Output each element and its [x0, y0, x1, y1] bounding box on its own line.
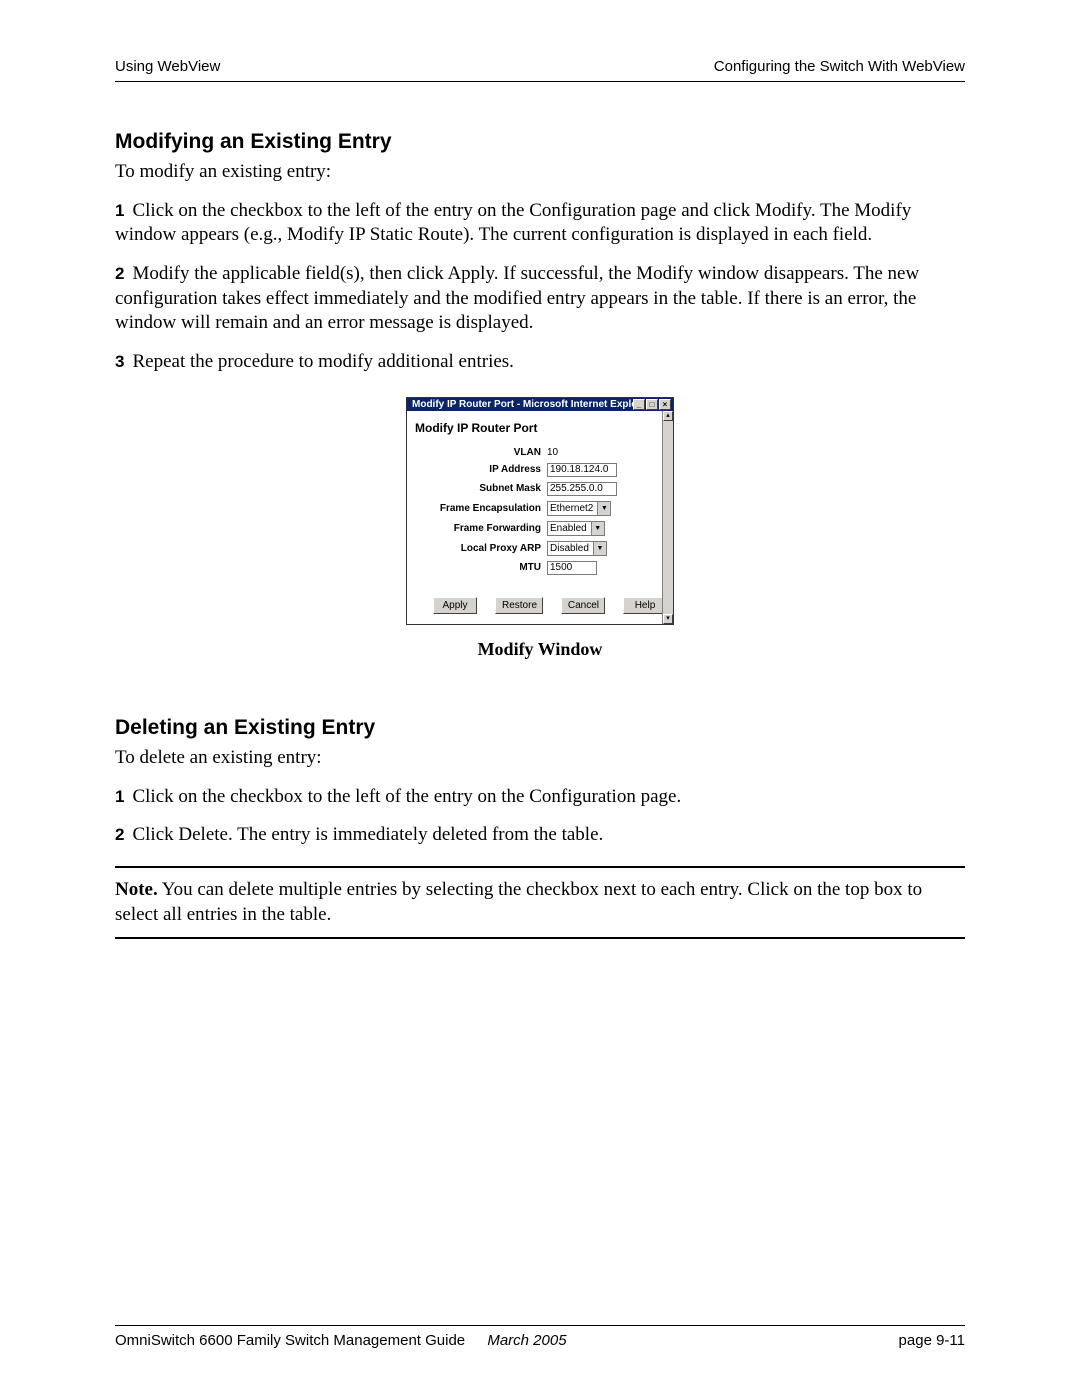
- label-encap: Frame Encapsulation: [413, 503, 547, 514]
- minimize-button[interactable]: _: [633, 399, 645, 410]
- scroll-down-icon[interactable]: ▾: [663, 614, 673, 624]
- step-text: Click Delete. The entry is immediately d…: [132, 824, 603, 845]
- note-block: Note. You can delete multiple entries by…: [115, 866, 965, 939]
- figure-modify-window: Modify IP Router Port - Microsoft Intern…: [115, 397, 965, 660]
- note-text: You can delete multiple entries by selec…: [115, 879, 922, 925]
- ie-window: Modify IP Router Port - Microsoft Intern…: [406, 397, 674, 625]
- running-footer: OmniSwitch 6600 Family Switch Management…: [115, 1325, 965, 1349]
- input-mask[interactable]: [547, 482, 617, 496]
- step-number: 1: [115, 201, 124, 220]
- button-row: Apply Restore Cancel Help: [413, 597, 667, 614]
- step-number: 2: [115, 825, 124, 844]
- scroll-up-icon[interactable]: ▴: [663, 411, 673, 421]
- row-fwd: Frame Forwarding Enabled ▼: [413, 521, 667, 536]
- ie-body: ▴ ▾ Modify IP Router Port VLAN 10 IP Add…: [407, 411, 673, 624]
- apply-button[interactable]: Apply: [433, 597, 477, 614]
- value-vlan: 10: [547, 447, 558, 458]
- running-header: Using WebView Configuring the Switch Wit…: [115, 58, 965, 82]
- form-title: Modify IP Router Port: [415, 421, 667, 435]
- footer-guide: OmniSwitch 6600 Family Switch Management…: [115, 1332, 465, 1349]
- close-button[interactable]: ×: [659, 399, 671, 410]
- row-mask: Subnet Mask: [413, 482, 667, 496]
- section1-step-3: 3 Repeat the procedure to modify addition…: [115, 350, 965, 375]
- step-number: 1: [115, 787, 124, 806]
- chevron-down-icon: ▼: [593, 542, 606, 555]
- window-controls: _ □ ×: [633, 399, 671, 410]
- select-fwd-value: Enabled: [550, 523, 587, 534]
- footer-date: March 2005: [487, 1332, 566, 1349]
- input-ip[interactable]: [547, 463, 617, 477]
- section-title-modify: Modifying an Existing Entry: [115, 130, 965, 154]
- select-arp-value: Disabled: [550, 543, 589, 554]
- row-vlan: VLAN 10: [413, 447, 667, 458]
- section1-step-1: 1Click on the checkbox to the left of th…: [115, 199, 965, 248]
- ie-titlebar: Modify IP Router Port - Microsoft Intern…: [407, 398, 673, 411]
- row-encap: Frame Encapsulation Ethernet2 ▼: [413, 501, 667, 516]
- step-text: Repeat the procedure to modify additiona…: [132, 351, 513, 372]
- footer-left: OmniSwitch 6600 Family Switch Management…: [115, 1332, 567, 1349]
- label-ip: IP Address: [413, 464, 547, 475]
- scrollbar[interactable]: ▴ ▾: [662, 411, 673, 624]
- select-arp[interactable]: Disabled ▼: [547, 541, 607, 556]
- section2-step-1: 1 Click on the checkbox to the left of th…: [115, 785, 965, 810]
- select-encap[interactable]: Ethernet2 ▼: [547, 501, 611, 516]
- chevron-down-icon: ▼: [591, 522, 604, 535]
- section2-intro: To delete an existing entry:: [115, 746, 965, 771]
- restore-button[interactable]: Restore: [495, 597, 543, 614]
- label-arp: Local Proxy ARP: [413, 543, 547, 554]
- header-left: Using WebView: [115, 58, 220, 75]
- section1-intro: To modify an existing entry:: [115, 160, 965, 185]
- label-mask: Subnet Mask: [413, 483, 547, 494]
- footer-page: page 9-11: [899, 1332, 965, 1349]
- section-title-delete: Deleting an Existing Entry: [115, 716, 965, 740]
- row-mtu: MTU: [413, 561, 667, 575]
- maximize-button[interactable]: □: [646, 399, 658, 410]
- help-button[interactable]: Help: [623, 597, 667, 614]
- chevron-down-icon: ▼: [597, 502, 610, 515]
- header-right: Configuring the Switch With WebView: [714, 58, 965, 75]
- label-fwd: Frame Forwarding: [413, 523, 547, 534]
- label-vlan: VLAN: [413, 447, 547, 458]
- row-arp: Local Proxy ARP Disabled ▼: [413, 541, 667, 556]
- note-label: Note.: [115, 879, 158, 900]
- step-text: Click on the checkbox to the left of the…: [132, 786, 681, 807]
- step-text: Modify the applicable field(s), then cli…: [115, 263, 919, 333]
- cancel-button[interactable]: Cancel: [561, 597, 605, 614]
- select-encap-value: Ethernet2: [550, 503, 593, 514]
- section1-step-2: 2Modify the applicable field(s), then cl…: [115, 262, 965, 336]
- step-number: 2: [115, 264, 124, 283]
- label-mtu: MTU: [413, 562, 547, 573]
- select-fwd[interactable]: Enabled ▼: [547, 521, 605, 536]
- row-ip: IP Address: [413, 463, 667, 477]
- input-mtu[interactable]: [547, 561, 597, 575]
- ie-title-text: Modify IP Router Port - Microsoft Intern…: [412, 399, 633, 410]
- step-number: 3: [115, 352, 124, 371]
- step-text: Click on the checkbox to the left of the…: [115, 200, 911, 246]
- section2-step-2: 2 Click Delete. The entry is immediately …: [115, 823, 965, 848]
- figure-caption: Modify Window: [115, 639, 965, 660]
